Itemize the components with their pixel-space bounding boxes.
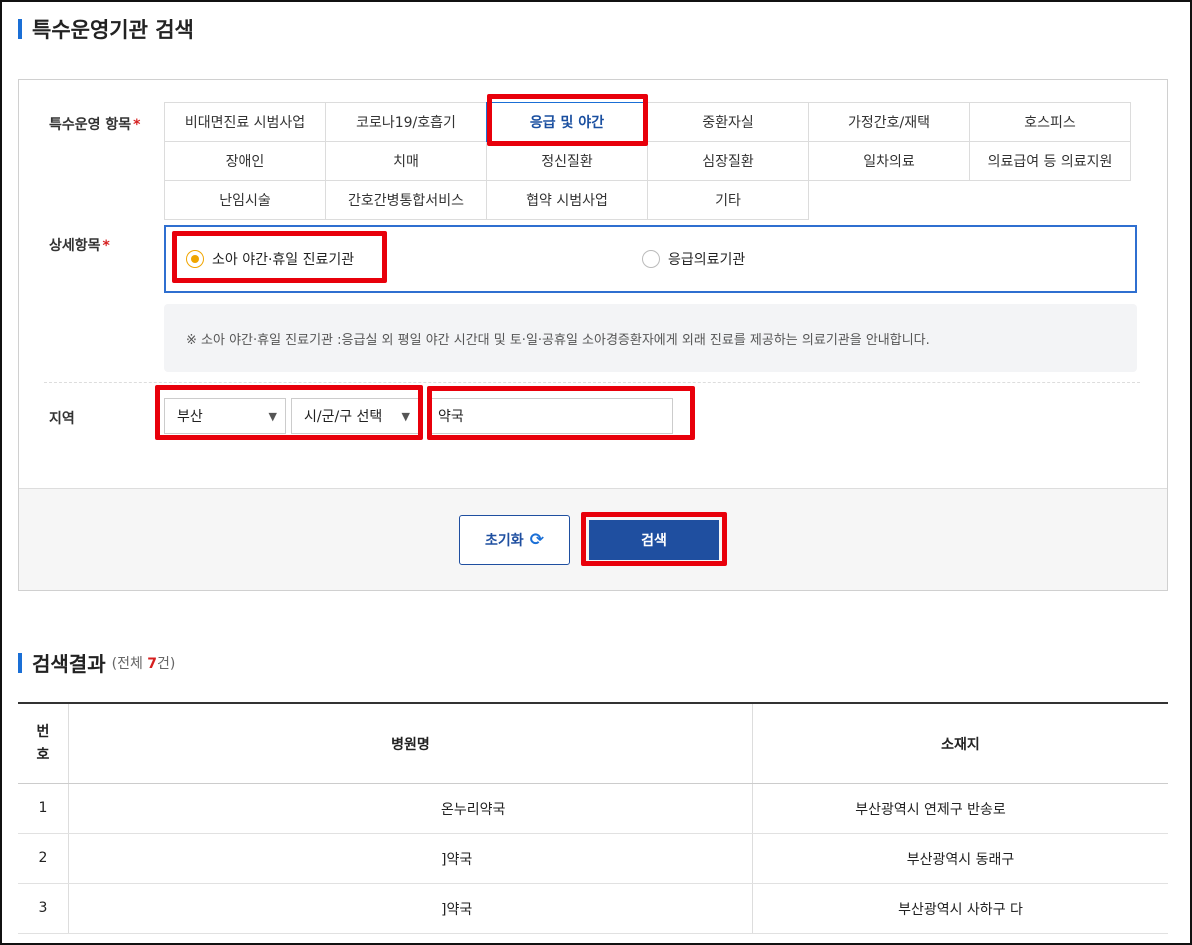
category-item[interactable]: 협약 시범사업 <box>486 180 648 220</box>
count-suffix: 건) <box>157 655 176 672</box>
table-row[interactable]: 3 ]약국 부산광역시 사하구 다 <box>18 884 1168 934</box>
title-accent-bar <box>18 652 22 673</box>
header-no: 번호 <box>18 704 69 783</box>
category-item[interactable]: 비대면진료 시범사업 <box>164 102 326 142</box>
category-item[interactable]: 정신질환 <box>486 141 648 181</box>
count-prefix: (전체 <box>111 655 148 672</box>
row-name: 온누리약국 <box>69 784 753 833</box>
highlight-box-category <box>487 94 648 146</box>
row-address: 부산광역시 동래구 <box>753 834 1168 883</box>
region-label: 지역 <box>49 411 75 427</box>
header-no-line1: 번 <box>36 724 50 741</box>
result-title-text: 검색결과 <box>32 652 106 676</box>
category-item[interactable]: 장애인 <box>164 141 326 181</box>
category-item[interactable]: 치매 <box>325 141 487 181</box>
detail-label: 상세항목 * <box>49 235 110 255</box>
row-address: 부산광역시 사하구 다 <box>753 884 1168 933</box>
row-no: 1 <box>18 784 69 833</box>
refresh-icon: ⟳ <box>529 530 544 550</box>
row-address-text: 부산광역시 연제구 반송로 <box>855 801 1006 818</box>
category-item[interactable]: 심장질환 <box>647 141 809 181</box>
category-item[interactable]: 호스피스 <box>969 102 1131 142</box>
required-mark: * <box>133 117 141 133</box>
title-accent-bar <box>18 19 22 39</box>
reset-button[interactable]: 초기화 ⟳ <box>459 515 570 565</box>
row-name: ]약국 <box>69 884 753 933</box>
row-address-text: 부산광역시 동래구 <box>906 851 1015 868</box>
category-grid: 비대면진료 시범사업 코로나19/호흡기 응급 및 야간 중환자실 가정간호/재… <box>164 102 1138 220</box>
highlight-box-region-selects <box>155 385 423 440</box>
result-section-title: 검색결과 (전체 7건) <box>18 648 175 677</box>
row-name-text[interactable]: ]약국 <box>441 849 472 869</box>
radio-emergency[interactable]: 응급의료기관 <box>642 249 745 269</box>
divider <box>44 382 1140 383</box>
table-row[interactable]: 2 ]약국 부산광역시 동래구 <box>18 834 1168 884</box>
category-item[interactable]: 일차의료 <box>808 141 970 181</box>
count-number: 7 <box>147 655 158 672</box>
category-item[interactable]: 난임시술 <box>164 180 326 220</box>
category-label: 특수운영 항목 * <box>49 114 140 134</box>
table-header-row: 번호 병원명 소재지 <box>18 704 1168 784</box>
radio-label: 응급의료기관 <box>668 252 746 268</box>
radio-unchecked-icon[interactable] <box>642 250 660 268</box>
row-name: ]약국 <box>69 834 753 883</box>
search-section-title: 특수운영기관 검색 <box>18 14 194 44</box>
header-address: 소재지 <box>941 736 980 753</box>
category-item[interactable]: 간호간병통합서비스 <box>325 180 487 220</box>
highlight-box-detail <box>172 231 387 283</box>
reset-label: 초기화 <box>485 533 524 549</box>
result-table: 번호 병원명 소재지 1 온누리약국 부산광역시 연제구 반송로 2 ]약국 부… <box>18 702 1168 934</box>
highlight-box-search <box>581 512 727 566</box>
header-no-line2: 호 <box>36 746 50 763</box>
category-item[interactable]: 기타 <box>647 180 809 220</box>
header-name: 병원명 <box>69 704 753 783</box>
result-count: (전체 7건) <box>112 653 176 673</box>
category-item[interactable]: 의료급여 등 의료지원 <box>969 141 1131 181</box>
detail-label-text: 상세항목 <box>49 238 101 254</box>
category-item[interactable]: 코로나19/호흡기 <box>325 102 487 142</box>
category-item[interactable]: 가정간호/재택 <box>808 102 970 142</box>
row-name-text[interactable]: ]약국 <box>441 899 472 919</box>
row-no: 3 <box>18 884 69 933</box>
notice-box: ※ 소아 야간·휴일 진료기관 :응급실 외 평일 야간 시간대 및 토·일·공… <box>164 304 1137 372</box>
row-no: 2 <box>18 834 69 883</box>
highlight-box-keyword <box>427 386 695 440</box>
row-name-text[interactable]: 온누리약국 <box>441 799 505 819</box>
row-address-text: 부산광역시 사하구 다 <box>898 901 1023 918</box>
required-mark: * <box>102 238 110 254</box>
category-item[interactable]: 중환자실 <box>647 102 809 142</box>
category-label-text: 특수운영 항목 <box>49 117 132 133</box>
table-row[interactable]: 1 온누리약국 부산광역시 연제구 반송로 <box>18 784 1168 834</box>
search-title-text: 특수운영기관 검색 <box>32 18 194 42</box>
row-address: 부산광역시 연제구 반송로 <box>753 784 1168 833</box>
